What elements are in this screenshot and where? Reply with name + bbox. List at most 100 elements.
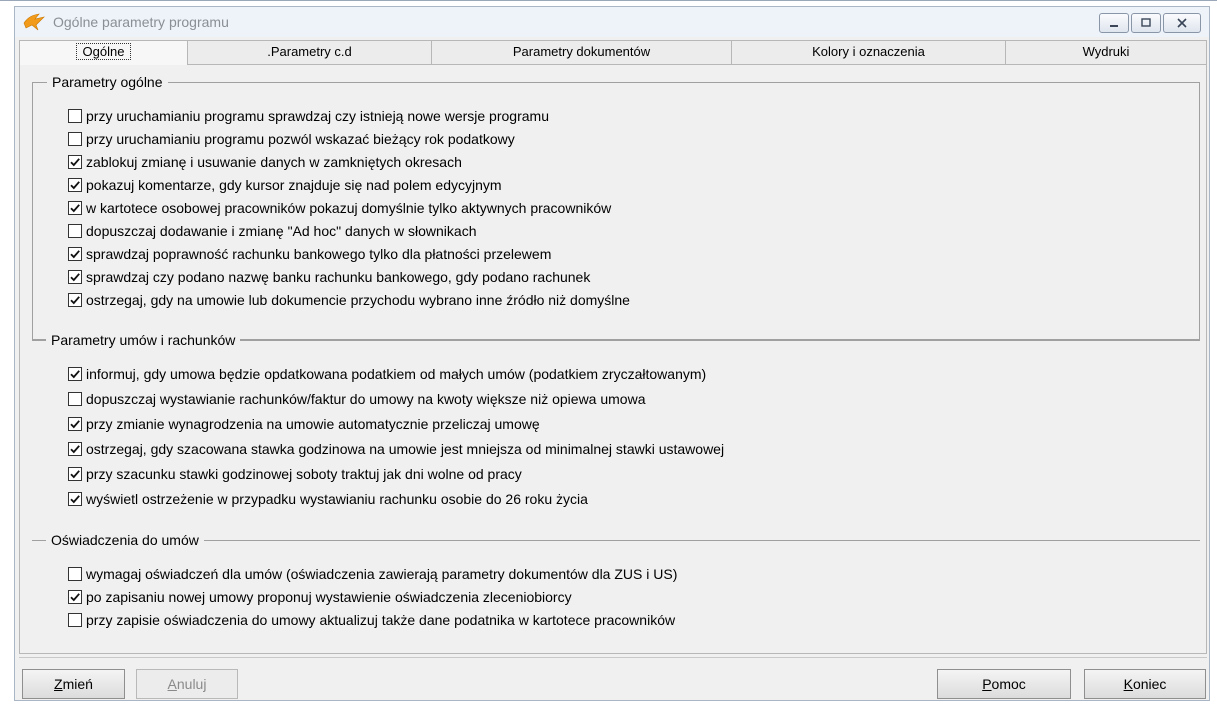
option-label: dopuszczaj wystawianie rachunków/faktur … <box>86 391 646 407</box>
option-min-hourly-rate-warning[interactable]: ostrzegaj, gdy szacowana stawka godzinow… <box>68 439 724 459</box>
option-label: przy zmianie wynagrodzenia na umowie aut… <box>86 416 540 432</box>
checkbox-checked[interactable] <box>68 442 82 456</box>
checkmark-icon <box>70 495 80 504</box>
option-show-comments[interactable]: pokazuj komentarze, gdy kursor znajduje … <box>68 175 502 195</box>
option-label: przy uruchamianiu programu sprawdzaj czy… <box>86 108 549 124</box>
option-label: zablokuj zmianę i usuwanie danych w zamk… <box>86 154 462 170</box>
checkmark-icon <box>70 158 80 167</box>
option-label: przy uruchamianiu programu pozwól wskaza… <box>86 131 515 147</box>
checkmark-icon <box>70 445 80 454</box>
help-button-label: omoc <box>991 676 1026 692</box>
close-button[interactable]: Koniec <box>1084 669 1206 699</box>
help-button[interactable]: Pomoc <box>937 669 1071 699</box>
top-border-line <box>0 0 1217 1</box>
option-lock-closed-periods[interactable]: zablokuj zmianę i usuwanie danych w zamk… <box>68 152 462 172</box>
checkmark-icon <box>70 250 80 259</box>
option-ad-hoc-dictionary[interactable]: dopuszczaj dodawanie i zmianę "Ad hoc" d… <box>68 221 477 241</box>
tab-document-parameters-label: Parametry dokumentów <box>512 44 651 59</box>
checkmark-icon <box>70 273 80 282</box>
option-check-bank-name[interactable]: sprawdzaj czy podano nazwę banku rachunk… <box>68 267 590 287</box>
minimize-icon <box>1110 25 1118 27</box>
checkmark-icon <box>70 470 80 479</box>
group-general-title: Parametry ogólne <box>47 73 168 91</box>
tab-parameters-cont[interactable]: .Parametry c.d <box>187 40 432 64</box>
title-bar[interactable]: Ogólne parametry programu <box>15 7 1209 37</box>
option-allow-larger-invoices[interactable]: dopuszczaj wystawianie rachunków/faktur … <box>68 389 645 409</box>
change-button[interactable]: Zmień <box>22 669 125 699</box>
option-label: sprawdzaj czy podano nazwę banku rachunk… <box>86 269 591 285</box>
checkbox[interactable] <box>68 132 82 146</box>
option-label: informuj, gdy umowa będzie opdatkowana p… <box>86 366 707 382</box>
checkbox-checked[interactable] <box>68 367 82 381</box>
maximize-button[interactable] <box>1131 13 1161 33</box>
option-update-taxpayer-data[interactable]: przy zapisie oświadczenia do umowy aktua… <box>68 610 675 630</box>
footer-divider <box>19 657 1207 658</box>
tab-document-parameters[interactable]: Parametry dokumentów <box>431 40 732 64</box>
checkbox[interactable] <box>68 613 82 627</box>
option-select-tax-year[interactable]: przy uruchamianiu programu pozwól wskaza… <box>68 129 515 149</box>
option-label: ostrzegaj, gdy na umowie lub dokumencie … <box>86 292 630 308</box>
option-label: w kartotece osobowej pracowników pokazuj… <box>86 200 612 216</box>
option-validate-bank-account[interactable]: sprawdzaj poprawność rachunku bankowego … <box>68 244 551 264</box>
checkbox-checked[interactable] <box>68 247 82 261</box>
tab-general-label: Ogólne <box>75 43 132 60</box>
checkmark-icon <box>70 370 80 379</box>
option-saturday-free-day[interactable]: przy szacunku stawki godzinowej soboty t… <box>68 464 522 484</box>
tab-general[interactable]: Ogólne <box>19 40 188 65</box>
option-label: dopuszczaj dodawanie i zmianę "Ad hoc" d… <box>86 223 477 239</box>
help-button-mnemonic: P <box>982 676 992 692</box>
option-label: ostrzegaj, gdy szacowana stawka godzinow… <box>86 441 725 457</box>
option-small-contract-tax[interactable]: informuj, gdy umowa będzie opdatkowana p… <box>68 364 706 384</box>
group-contracts-title: Parametry umów i rachunków <box>46 331 241 349</box>
tab-printouts[interactable]: Wydruki <box>1005 40 1207 64</box>
minimize-button[interactable] <box>1099 13 1129 33</box>
window-title: Ogólne parametry programu <box>53 14 229 30</box>
option-label: sprawdzaj poprawność rachunku bankowego … <box>86 246 552 262</box>
group-contract-parameters: Parametry umów i rachunków <box>32 331 1200 349</box>
cancel-button-mnemonic: A <box>167 676 177 692</box>
checkbox-checked[interactable] <box>68 492 82 506</box>
option-warn-income-source[interactable]: ostrzegaj, gdy na umowie lub dokumencie … <box>68 290 630 310</box>
checkbox-checked[interactable] <box>68 590 82 604</box>
cancel-button-label: nuluj <box>176 676 207 692</box>
tab-colors[interactable]: Kolory i oznaczenia <box>731 40 1006 64</box>
checkbox-checked[interactable] <box>68 417 82 431</box>
cancel-button[interactable]: Anuluj <box>136 669 238 699</box>
option-label: wyświetl ostrzeżenie w przypadku wystawi… <box>86 491 588 507</box>
group-statements-title: Oświadczenia do umów <box>46 531 204 549</box>
checkmark-icon <box>70 420 80 429</box>
change-button-label: mień <box>62 676 93 692</box>
tab-colors-label: Kolory i oznaczenia <box>812 44 925 59</box>
tab-printouts-label: Wydruki <box>1082 44 1130 59</box>
close-window-button[interactable] <box>1163 13 1201 33</box>
option-label: wymagaj oświadczeń dla umów (oświadczeni… <box>86 566 678 582</box>
checkmark-icon <box>70 593 80 602</box>
option-auto-recalculate[interactable]: przy zmianie wynagrodzenia na umowie aut… <box>68 414 540 434</box>
option-label: po zapisaniu nowej umowy proponuj wystaw… <box>86 589 572 605</box>
close-icon <box>1177 18 1187 28</box>
checkbox-checked[interactable] <box>68 178 82 192</box>
change-button-mnemonic: Z <box>54 676 63 692</box>
close-button-label: oniec <box>1132 676 1167 692</box>
option-check-updates[interactable]: przy uruchamianiu programu sprawdzaj czy… <box>68 106 549 126</box>
checkbox-checked[interactable] <box>68 293 82 307</box>
checkmark-icon <box>70 296 80 305</box>
checkbox[interactable] <box>68 109 82 123</box>
dialog-window: Ogólne parametry programu Ogólne .Parame… <box>14 6 1210 701</box>
checkbox[interactable] <box>68 567 82 581</box>
checkbox-checked[interactable] <box>68 155 82 169</box>
caption-buttons <box>1099 13 1201 33</box>
checkmark-icon <box>70 204 80 213</box>
option-under-26-warning[interactable]: wyświetl ostrzeżenie w przypadku wystawi… <box>68 489 588 509</box>
option-propose-statement[interactable]: po zapisaniu nowej umowy proponuj wystaw… <box>68 587 572 607</box>
checkbox-checked[interactable] <box>68 270 82 284</box>
checkbox-checked[interactable] <box>68 467 82 481</box>
option-label: przy zapisie oświadczenia do umowy aktua… <box>86 612 676 628</box>
checkbox[interactable] <box>68 392 82 406</box>
option-active-employees-only[interactable]: w kartotece osobowej pracowników pokazuj… <box>68 198 611 218</box>
close-button-mnemonic: K <box>1123 676 1133 692</box>
checkbox[interactable] <box>68 224 82 238</box>
checkbox-checked[interactable] <box>68 201 82 215</box>
checkmark-icon <box>70 181 80 190</box>
option-require-statements[interactable]: wymagaj oświadczeń dla umów (oświadczeni… <box>68 564 677 584</box>
